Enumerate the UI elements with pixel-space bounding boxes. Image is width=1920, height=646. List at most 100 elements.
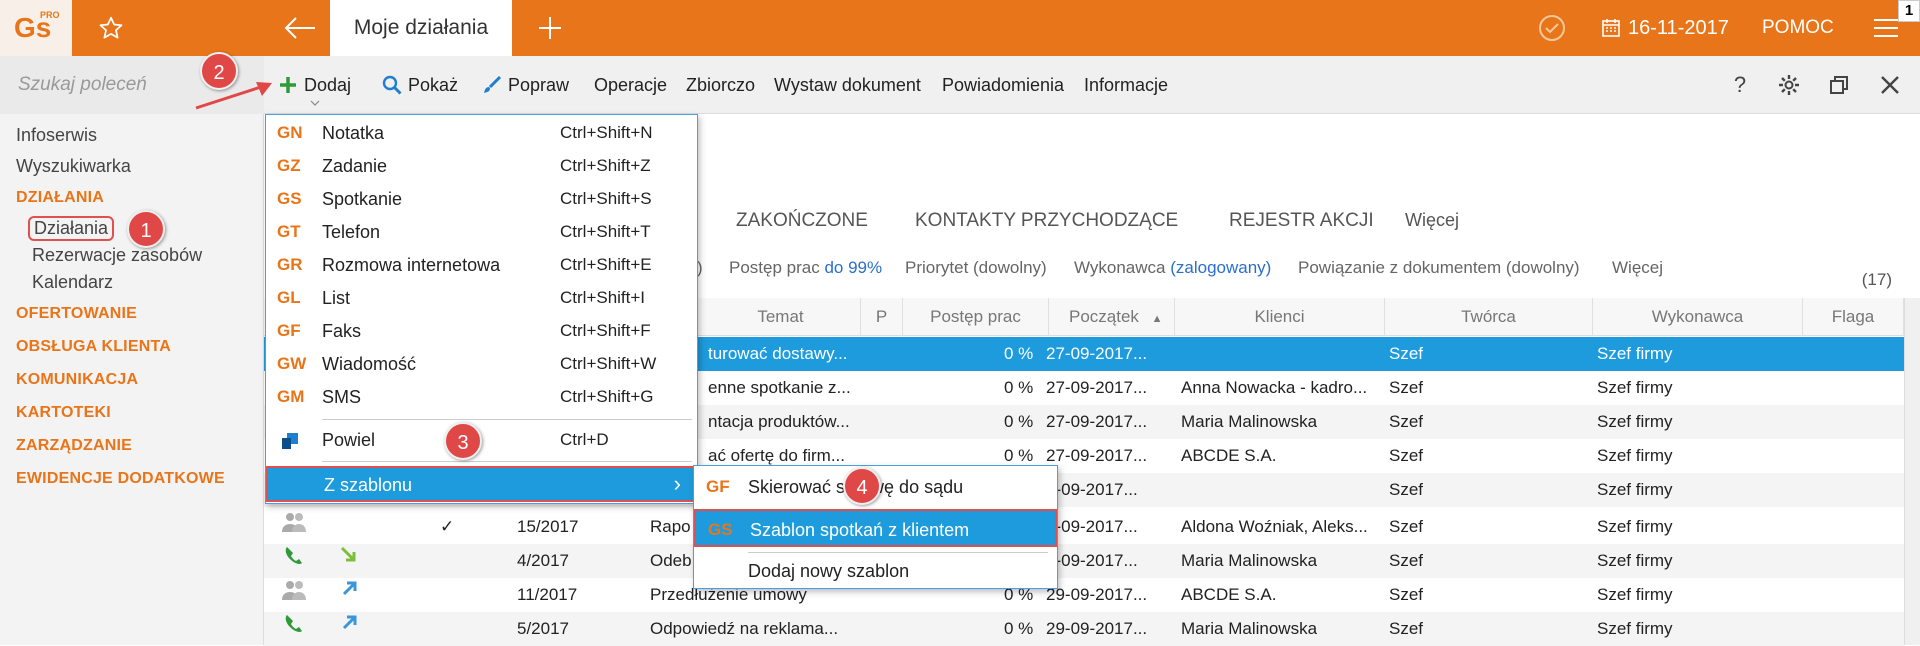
nav-section-dzialania[interactable]: DZIAŁANIA <box>16 189 104 207</box>
nav-sub-rezerwacje[interactable]: Rezerwacje zasobów <box>32 245 202 266</box>
col-wykonawca[interactable]: Wykonawca <box>1593 298 1803 336</box>
tab-zakonczone[interactable]: ZAKOŃCZONE <box>736 210 868 240</box>
restore-window-icon[interactable] <box>1819 56 1859 114</box>
operations-button[interactable]: Operacje <box>594 56 667 114</box>
nav-sub-kalendarz[interactable]: Kalendarz <box>32 272 113 293</box>
filter-progress-label: Postęp prac <box>729 258 820 277</box>
tab-wiecej[interactable]: Więcej <box>1405 210 1459 240</box>
tab-label: Moje działania <box>353 16 489 39</box>
nav-wyszukiwarka[interactable]: Wyszukiwarka <box>16 156 131 177</box>
menu-item-label: Telefon <box>322 222 381 242</box>
menu-item-rozmowa[interactable]: GR Rozmowa internetowa Ctrl+Shift+E <box>266 249 697 282</box>
col-flaga[interactable]: Flaga <box>1803 298 1904 336</box>
menu-item-label: Wiadomość <box>322 354 417 374</box>
cell-poczatek: 29-09-2017... <box>1046 585 1148 604</box>
bulk-button[interactable]: Zbiorczo <box>686 56 755 114</box>
info-button[interactable]: Informacje <box>1084 56 1168 114</box>
check-circle-icon[interactable] <box>1534 0 1570 56</box>
menu-item-shortcut: Ctrl+Shift+N <box>560 123 653 142</box>
tab-rejestr-akcji[interactable]: REJESTR AKCJI <box>1229 210 1374 240</box>
filter-document-link[interactable]: Powiązanie z dokumentem (dowolny) <box>1298 258 1580 278</box>
cell-postep: 0 % <box>1004 378 1034 397</box>
tab-kontakty-przychodzace[interactable]: KONTAKTY PRZYCHODZĄCE <box>915 210 1178 240</box>
submenu-item-add-template[interactable]: Dodaj nowy szablon <box>694 552 1057 590</box>
table-row[interactable]: ✓ 15/2017 Rapo 7-09-2017... Aldona Woźni… <box>264 510 1904 544</box>
submenu-item-szablon-spotkan[interactable]: GS Szablon spotkań z klientem <box>694 509 1057 547</box>
menu-item-spotkanie[interactable]: GS Spotkanie Ctrl+Shift+S <box>266 183 697 216</box>
menu-item-label: List <box>322 288 351 308</box>
cell-tworca: Szef <box>1389 480 1424 499</box>
menu-item-list[interactable]: GL List Ctrl+Shift+I <box>266 282 697 315</box>
submenu-item-label: Szablon spotkań z klientem <box>750 520 970 540</box>
corner-badge: 1 <box>1898 0 1920 22</box>
menu-item-shortcut: Ctrl+Shift+I <box>560 288 646 307</box>
nav-section-ofertowanie[interactable]: OFERTOWANIE <box>16 305 137 323</box>
cell-poczatek: 27-09-2017... <box>1046 344 1148 363</box>
incoming-arrow-icon <box>338 544 360 578</box>
back-arrow-icon[interactable] <box>275 0 325 56</box>
menu-item-telefon[interactable]: GT Telefon Ctrl+Shift+T <box>266 216 697 249</box>
filter-more[interactable]: Więcej <box>1612 258 1663 278</box>
menu-item-label: Powiel <box>322 430 376 450</box>
cell-tworca: Szef <box>1389 619 1424 638</box>
show-label: Pokaż <box>408 74 459 95</box>
table-row[interactable]: 4/2017 Odeb 8-09-2017... Maria Malinowsk… <box>264 544 1904 578</box>
table-row[interactable]: 5/2017 Odpowiedź na reklama... 0 % 29-09… <box>264 612 1904 646</box>
menu-item-faks[interactable]: GF Faks Ctrl+Shift+F <box>266 315 697 348</box>
menu-item-label: SMS <box>322 387 362 407</box>
notifications-button[interactable]: Powiadomienia <box>942 56 1064 114</box>
col-tworca[interactable]: Twórca <box>1385 298 1593 336</box>
nav-section-obsluga-klienta[interactable]: OBSŁUGA KLIENTA <box>16 338 171 356</box>
chevron-right-icon: › <box>673 471 681 496</box>
calendar-icon[interactable] <box>1598 0 1624 56</box>
record-count: (17) <box>1861 270 1892 289</box>
menu-item-z-szablonu[interactable]: Z szablonu › <box>266 466 697 502</box>
cell-temat: ntacja produktów... <box>708 412 850 431</box>
col-p[interactable]: P <box>861 298 903 336</box>
top-bar: Gs PRO Moje działania 16-11-2017 POMOC 1 <box>0 0 1920 56</box>
add-button[interactable]: Dodaj <box>278 56 351 114</box>
col-klienci[interactable]: Klienci <box>1175 298 1385 336</box>
filter-priority[interactable]: Priorytet (dowolny) <box>905 258 1047 278</box>
help-icon[interactable]: ? <box>1720 56 1760 114</box>
filter-executor[interactable]: Wykonawca (zalogowany) <box>1074 258 1271 278</box>
add-dropdown-menu: GN Notatka Ctrl+Shift+N GZ Zadanie Ctrl+… <box>265 114 698 504</box>
cell-numer: 5/2017 <box>517 619 569 638</box>
nav-section-ewidencje[interactable]: EWIDENCJE DODATKOWE <box>16 470 225 488</box>
tab-moje-dzialania[interactable]: Moje działania <box>330 0 512 56</box>
cell-klienci: ABCDE S.A. <box>1181 446 1277 465</box>
current-date[interactable]: 16-11-2017 <box>1628 0 1729 56</box>
menu-item-sms[interactable]: GM SMS Ctrl+Shift+G <box>266 381 697 414</box>
star-icon[interactable] <box>86 0 136 56</box>
nav-infoserwis[interactable]: Infoserwis <box>16 125 97 146</box>
help-link[interactable]: POMOC <box>1762 0 1834 56</box>
close-icon[interactable] <box>1870 56 1910 114</box>
vertical-scrollbar[interactable] <box>1904 298 1920 645</box>
show-button[interactable]: Pokaż <box>382 56 458 114</box>
edit-button[interactable]: Popraw <box>482 56 569 114</box>
issue-document-button[interactable]: Wystaw dokument <box>774 56 921 114</box>
nav-sub-dzialania[interactable]: Działania <box>28 216 115 241</box>
cell-temat: turować dostawy... <box>708 344 848 363</box>
filter-progress[interactable]: Postęp prac do 99% <box>729 258 882 278</box>
cell-wykonawca: Szef firmy <box>1597 378 1673 397</box>
table-row[interactable]: 11/2017 Przedłużenie umowy 0 % 29-09-201… <box>264 578 1904 612</box>
nav-section-komunikacja[interactable]: KOMUNIKACJA <box>16 371 138 389</box>
col-postep[interactable]: Postęp prac <box>903 298 1049 336</box>
nav-section-zarzadzanie[interactable]: ZARZĄDZANIE <box>16 437 132 455</box>
submenu-item-label: Dodaj nowy szablon <box>748 561 910 581</box>
menu-item-shortcut: Ctrl+Shift+E <box>560 255 652 274</box>
group-icon <box>280 510 308 544</box>
menu-item-wiadomosc[interactable]: GW Wiadomość Ctrl+Shift+W <box>266 348 697 381</box>
menu-item-notatka[interactable]: GN Notatka Ctrl+Shift+N <box>266 117 697 150</box>
nav-section-kartoteki[interactable]: KARTOTEKI <box>16 404 111 422</box>
col-temat[interactable]: Temat <box>701 298 861 336</box>
menu-item-zadanie[interactable]: GZ Zadanie Ctrl+Shift+Z <box>266 150 697 183</box>
col-poczatek[interactable]: Początek ▲ <box>1049 298 1175 336</box>
gear-icon[interactable] <box>1769 56 1809 114</box>
app-logo[interactable]: Gs PRO <box>0 0 72 56</box>
cell-wykonawca: Szef firmy <box>1597 619 1673 638</box>
new-tab-plus-icon[interactable] <box>528 0 572 56</box>
menu-item-shortcut: Ctrl+Shift+T <box>560 222 651 241</box>
annotation-badge-4: 4 <box>843 467 881 505</box>
